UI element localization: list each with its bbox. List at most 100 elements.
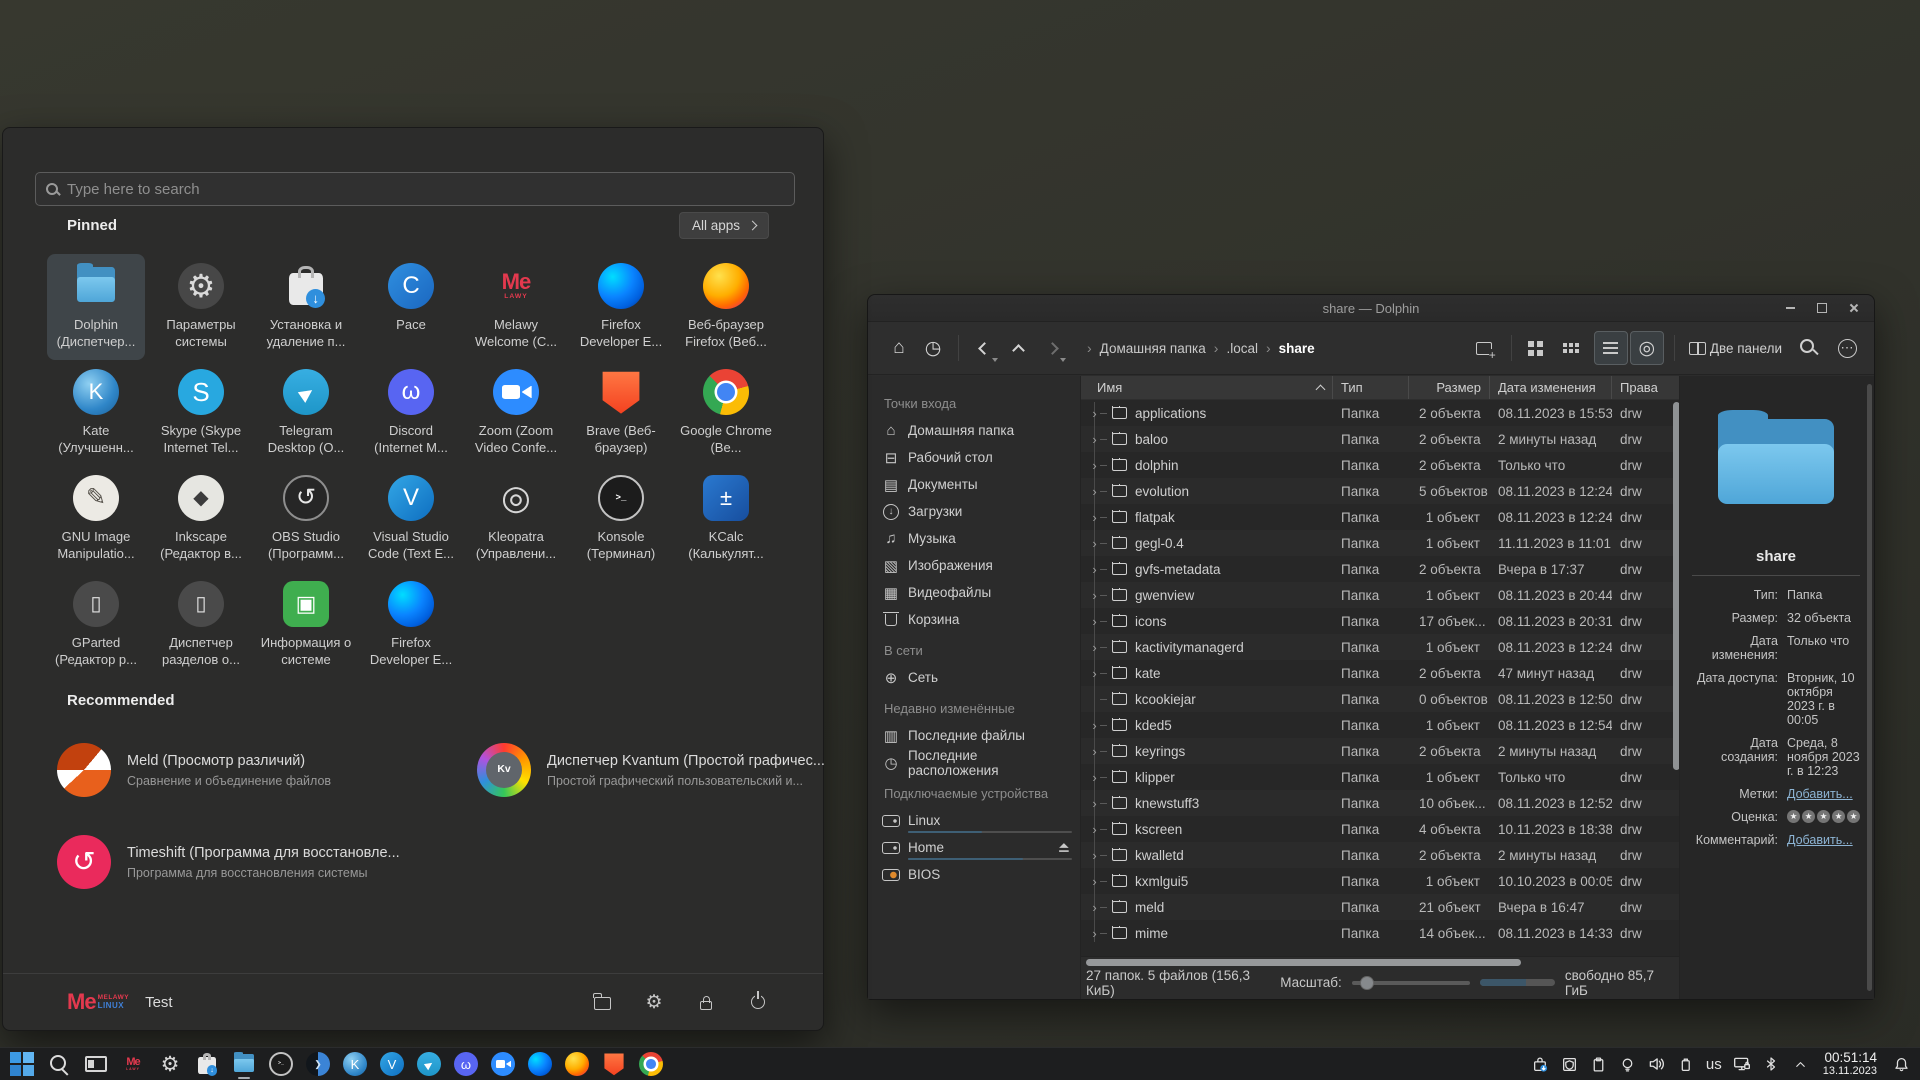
- file-row[interactable]: › kded5 Папка 1 объект 08.11.2023 в 12:5…: [1081, 712, 1681, 738]
- taskbar-app[interactable]: [601, 1051, 627, 1077]
- pinned-app[interactable]: ◎ Kleopatra (Управлени...: [467, 466, 565, 572]
- pinned-app[interactable]: ± KCalc (Калькулят...: [677, 466, 775, 572]
- pinned-app[interactable]: ⚙ Параметры системы: [152, 254, 250, 360]
- compact-view-button[interactable]: [1558, 331, 1592, 365]
- taskbar-app[interactable]: [527, 1051, 553, 1077]
- places-item[interactable]: ♫ Музыка: [882, 525, 1080, 552]
- expand-icon[interactable]: ›: [1089, 562, 1100, 577]
- column-type[interactable]: Тип: [1333, 376, 1409, 399]
- expand-icon[interactable]: ›: [1089, 848, 1100, 863]
- shutdown-button[interactable]: [745, 989, 771, 1015]
- expand-icon[interactable]: ›: [1089, 666, 1100, 681]
- places-item[interactable]: Home: [882, 834, 1080, 861]
- expand-icon[interactable]: ›: [1089, 484, 1100, 499]
- recommended-app[interactable]: Kv Диспетчер Kvantum (Простой графичес..…: [469, 724, 889, 816]
- expand-icon[interactable]: ›: [1089, 900, 1100, 915]
- places-item[interactable]: ⊕ Сеть: [882, 664, 1080, 691]
- file-row[interactable]: › meld Папка 21 объект Вчера в 16:47 drw: [1081, 894, 1681, 920]
- expand-icon[interactable]: ›: [1089, 640, 1100, 655]
- file-row[interactable]: › klipper Папка 1 объект Только что drw: [1081, 764, 1681, 790]
- volume-icon[interactable]: [1644, 1050, 1669, 1078]
- column-name[interactable]: Имя: [1081, 376, 1333, 399]
- horizontal-scrollbar[interactable]: [1081, 956, 1679, 966]
- taskbar-app[interactable]: ❯: [305, 1051, 331, 1077]
- taskbar-app[interactable]: V: [379, 1051, 405, 1077]
- taskbar-app[interactable]: [194, 1051, 220, 1077]
- keyboard-layout[interactable]: us: [1702, 1056, 1726, 1073]
- places-item[interactable]: Корзина: [882, 606, 1080, 633]
- places-item[interactable]: ◷ Последние расположения: [882, 749, 1080, 776]
- notifications-bell-icon[interactable]: [1889, 1050, 1914, 1078]
- file-row[interactable]: › kactivitymanagerd Папка 1 объект 08.11…: [1081, 634, 1681, 660]
- file-row[interactable]: kcookiejar Папка 0 объектов 08.11.2023 в…: [1081, 686, 1681, 712]
- places-item[interactable]: В сети: [884, 643, 1080, 658]
- file-manager-button[interactable]: [589, 989, 615, 1015]
- expand-icon[interactable]: ›: [1089, 926, 1100, 941]
- places-item[interactable]: Подключаемые устройства: [884, 786, 1080, 801]
- file-row[interactable]: › icons Папка 17 объек... 08.11.2023 в 2…: [1081, 608, 1681, 634]
- close-button[interactable]: [1848, 302, 1860, 314]
- file-row[interactable]: › evolution Папка 5 объектов 08.11.2023 …: [1081, 478, 1681, 504]
- pinned-app[interactable]: Google Chrome (Ве...: [677, 360, 775, 466]
- places-item[interactable]: ▦ Видеофайлы: [882, 579, 1080, 606]
- taskbar-app[interactable]: [564, 1051, 590, 1077]
- pinned-app[interactable]: S Skype (Skype Internet Tel...: [152, 360, 250, 466]
- taskbar-app[interactable]: [9, 1051, 35, 1077]
- pinned-app[interactable]: Установка и удаление п...: [257, 254, 355, 360]
- pinned-app[interactable]: ω Discord (Internet M...: [362, 360, 460, 466]
- menu-button[interactable]: [1830, 331, 1864, 365]
- pinned-app[interactable]: C Pace: [362, 254, 460, 360]
- taskbar-app[interactable]: [490, 1051, 516, 1077]
- pinned-app[interactable]: ◆ Inkscape (Редактор в...: [152, 466, 250, 572]
- file-row[interactable]: › dolphin Папка 2 объекта Только что drw: [1081, 452, 1681, 478]
- expand-icon[interactable]: ›: [1089, 796, 1100, 811]
- taskbar-app[interactable]: ω: [453, 1051, 479, 1077]
- file-row[interactable]: › baloo Папка 2 объекта 2 минуты назад d…: [1081, 426, 1681, 452]
- taskbar-app[interactable]: [638, 1051, 664, 1077]
- pinned-app[interactable]: Веб-браузер Firefox (Веб...: [677, 254, 775, 360]
- lock-button[interactable]: [693, 989, 719, 1015]
- expand-tray-icon[interactable]: [1788, 1050, 1813, 1078]
- places-item[interactable]: ⌂ Домашняя папка: [882, 417, 1080, 444]
- file-row[interactable]: › gvfs-metadata Папка 2 объекта Вчера в …: [1081, 556, 1681, 582]
- pinned-app[interactable]: MeLAWY Melawy Welcome (C...: [467, 254, 565, 360]
- column-date[interactable]: Дата изменения: [1490, 376, 1612, 399]
- breadcrumb-item[interactable]: share: [1258, 340, 1315, 356]
- places-item[interactable]: ▤ Документы: [882, 471, 1080, 498]
- file-row[interactable]: › knewstuff3 Папка 10 объек... 08.11.202…: [1081, 790, 1681, 816]
- places-item[interactable]: Загрузки: [882, 498, 1080, 525]
- column-size[interactable]: Размер: [1409, 376, 1490, 399]
- file-row[interactable]: › gwenview Папка 1 объект 08.11.2023 в 2…: [1081, 582, 1681, 608]
- launcher-search[interactable]: [35, 172, 795, 206]
- places-item[interactable]: ▥ Последние файлы: [882, 722, 1080, 749]
- file-row[interactable]: › flatpak Папка 1 объект 08.11.2023 в 12…: [1081, 504, 1681, 530]
- file-row[interactable]: › kwalletd Папка 2 объекта 2 минуты наза…: [1081, 842, 1681, 868]
- places-item[interactable]: BIOS: [882, 861, 1080, 888]
- file-row[interactable]: › kate Папка 2 объекта 47 минут назад dr…: [1081, 660, 1681, 686]
- pinned-app[interactable]: Firefox Developer E...: [572, 254, 670, 360]
- pinned-app[interactable]: ▯ Диспетчер разделов о...: [152, 572, 250, 678]
- file-row[interactable]: › kscreen Папка 4 объекта 10.11.2023 в 1…: [1081, 816, 1681, 842]
- expand-icon[interactable]: ›: [1089, 718, 1100, 733]
- recommended-app[interactable]: Meld (Просмотр различий) Сравнение и объ…: [49, 724, 469, 816]
- forward-button[interactable]: [1035, 331, 1069, 365]
- recent-button[interactable]: ◷: [916, 331, 950, 365]
- places-item[interactable]: ▧ Изображения: [882, 552, 1080, 579]
- expand-icon[interactable]: ›: [1089, 458, 1100, 473]
- taskbar-app[interactable]: MeLAWY: [120, 1051, 146, 1077]
- spectacle-icon[interactable]: [1557, 1050, 1582, 1078]
- expand-icon[interactable]: ›: [1089, 874, 1100, 889]
- clock-widget[interactable]: 00:51:14 13.11.2023: [1823, 1051, 1877, 1078]
- expand-icon[interactable]: ›: [1089, 744, 1100, 759]
- pinned-app[interactable]: ↺ OBS Studio (Программ...: [257, 466, 355, 572]
- taskbar-app[interactable]: >_: [268, 1051, 294, 1077]
- rating-stars[interactable]: ★★★★★: [1787, 810, 1860, 823]
- column-permissions[interactable]: Права: [1612, 376, 1681, 399]
- file-row[interactable]: › applications Папка 2 объекта 08.11.202…: [1081, 400, 1681, 426]
- taskbar-app[interactable]: K: [342, 1051, 368, 1077]
- up-button[interactable]: [1001, 331, 1035, 365]
- eject-icon[interactable]: [1058, 843, 1068, 852]
- pinned-app[interactable]: ▣ Информация о системе: [257, 572, 355, 678]
- split-view-button[interactable]: Две панели: [1685, 331, 1792, 365]
- expand-icon[interactable]: ›: [1089, 406, 1100, 421]
